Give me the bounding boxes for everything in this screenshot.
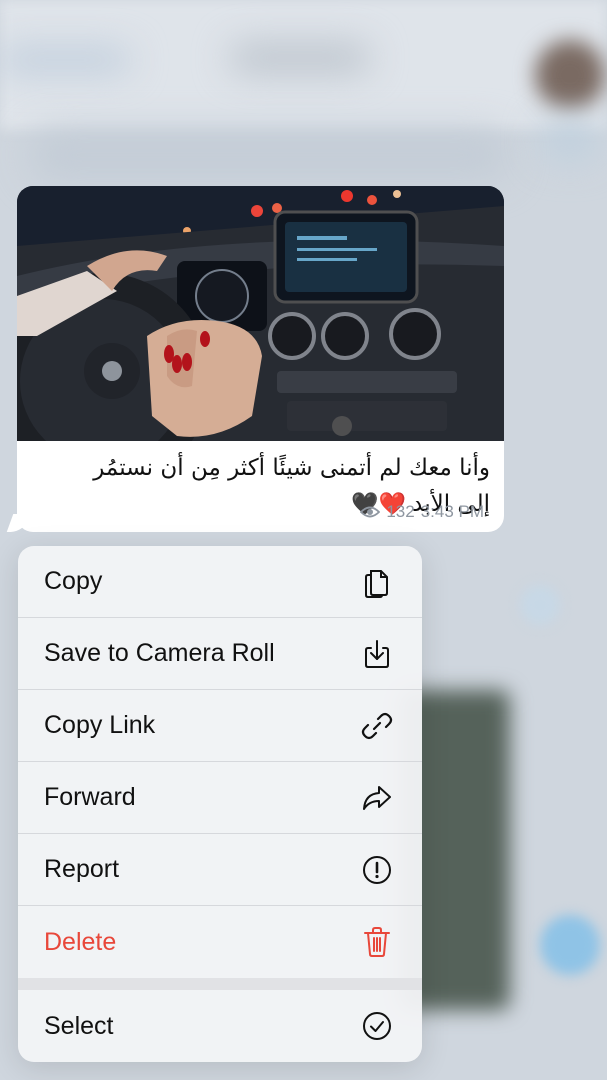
menu-item-report[interactable]: Report	[18, 834, 422, 906]
menu-item-copy[interactable]: Copy	[18, 546, 422, 618]
blurred-share-button	[520, 585, 560, 625]
message-time: 3:43 PM	[420, 502, 484, 521]
link-icon	[360, 709, 394, 743]
exclamation-circle-icon	[360, 853, 394, 887]
menu-item-delete[interactable]: Delete	[18, 906, 422, 978]
menu-item-label: Copy Link	[44, 711, 156, 739]
eye-icon	[360, 506, 381, 518]
checkmark-circle-icon	[360, 1009, 394, 1043]
menu-separator	[18, 978, 422, 990]
blurred-share-button	[540, 915, 600, 975]
context-menu: Copy Save to Camera Roll Copy Link Forwa…	[18, 546, 422, 1062]
menu-item-label: Copy	[44, 567, 103, 595]
forward-arrow-icon	[360, 781, 394, 815]
download-icon	[360, 637, 394, 671]
menu-item-label: Save to Camera Roll	[44, 639, 275, 667]
message-meta: 132 3:43 PM	[360, 502, 484, 522]
view-count: 132	[386, 502, 415, 521]
message-photo[interactable]	[17, 186, 504, 441]
blurred-chat-title	[230, 45, 370, 71]
blurred-pinned-bar	[30, 130, 510, 180]
menu-item-forward[interactable]: Forward	[18, 762, 422, 834]
caption-line-1: وأنا معك لم أتمنى شيئًا أكثر مِن أن نستم…	[93, 455, 490, 481]
blurred-avatar	[535, 40, 605, 110]
blurred-back-button	[0, 50, 130, 70]
car-interior-photo	[17, 186, 504, 441]
menu-item-copy-link[interactable]: Copy Link	[18, 690, 422, 762]
blurred-pin-icon	[540, 120, 600, 160]
menu-item-label: Select	[44, 1011, 114, 1040]
menu-item-label: Forward	[44, 783, 136, 811]
menu-item-select[interactable]: Select	[18, 990, 422, 1062]
menu-item-label: Delete	[44, 927, 117, 956]
menu-item-save-to-camera-roll[interactable]: Save to Camera Roll	[18, 618, 422, 690]
menu-item-label: Report	[44, 855, 120, 883]
message-bubble[interactable]: وأنا معك لم أتمنى شيئًا أكثر مِن أن نستم…	[17, 186, 504, 532]
trash-icon	[360, 925, 394, 959]
copy-icon	[360, 565, 394, 599]
